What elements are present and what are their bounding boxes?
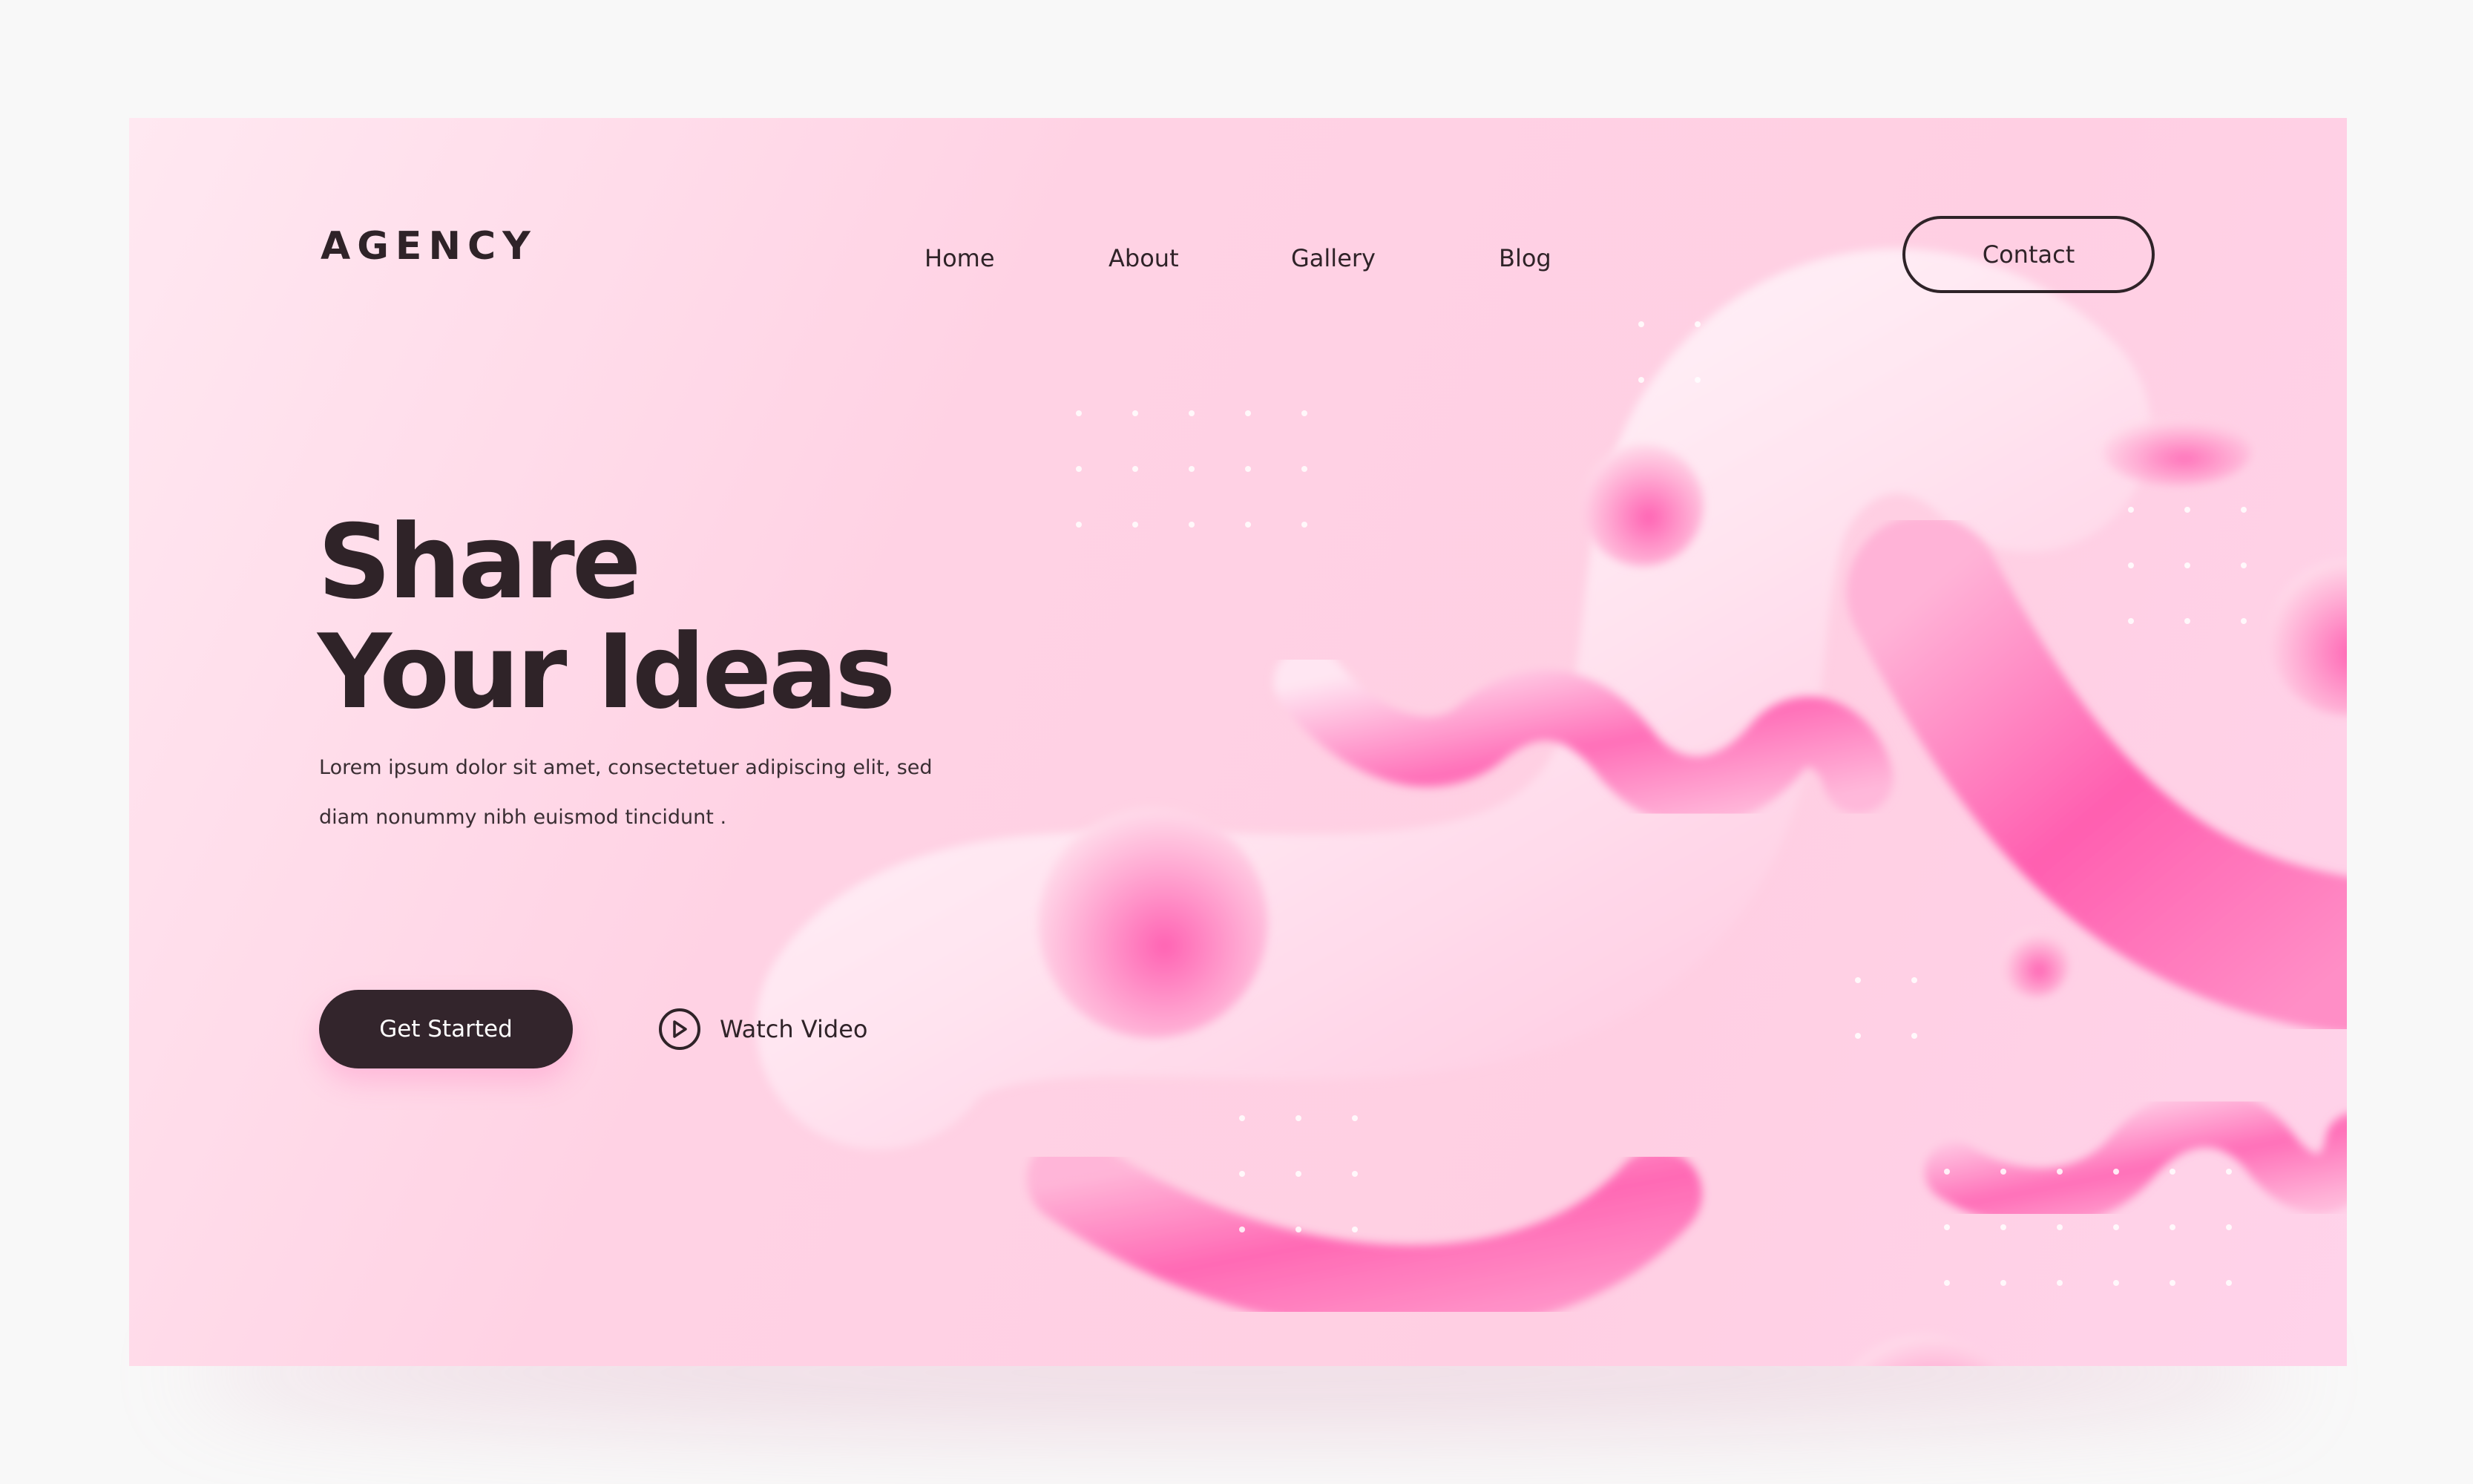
watch-video-label: Watch Video — [720, 1015, 868, 1043]
hero-description: Lorem ipsum dolor sit amet, consectetuer… — [319, 743, 957, 842]
hero-description-line-1: Lorem ipsum dolor sit amet, consectetuer… — [319, 756, 933, 779]
abstract-3d-shapes — [756, 249, 2347, 1366]
watch-video-button[interactable]: Watch Video — [659, 1005, 867, 1053]
hero-title: Share Your Ideas — [318, 502, 896, 732]
nav-blog[interactable]: Blog — [1499, 244, 1551, 272]
landing-card: AGENCY Home About Gallery Blog Contact S… — [129, 118, 2347, 1366]
nav-gallery[interactable]: Gallery — [1291, 244, 1376, 272]
nav-about[interactable]: About — [1109, 244, 1179, 272]
get-started-label: Get Started — [379, 1016, 513, 1043]
nav-home[interactable]: Home — [924, 244, 995, 272]
hero-title-line-2: Your Ideas — [318, 612, 896, 732]
hero-title-line-1: Share — [318, 502, 641, 622]
play-icon — [659, 1008, 700, 1050]
contact-button-label: Contact — [1982, 240, 2075, 269]
hero-description-line-2: diam nonummy nibh euismod tincidunt . — [319, 806, 727, 829]
brand-logo[interactable]: AGENCY — [321, 224, 537, 269]
get-started-button[interactable]: Get Started — [319, 990, 573, 1068]
contact-button[interactable]: Contact — [1902, 216, 2155, 293]
